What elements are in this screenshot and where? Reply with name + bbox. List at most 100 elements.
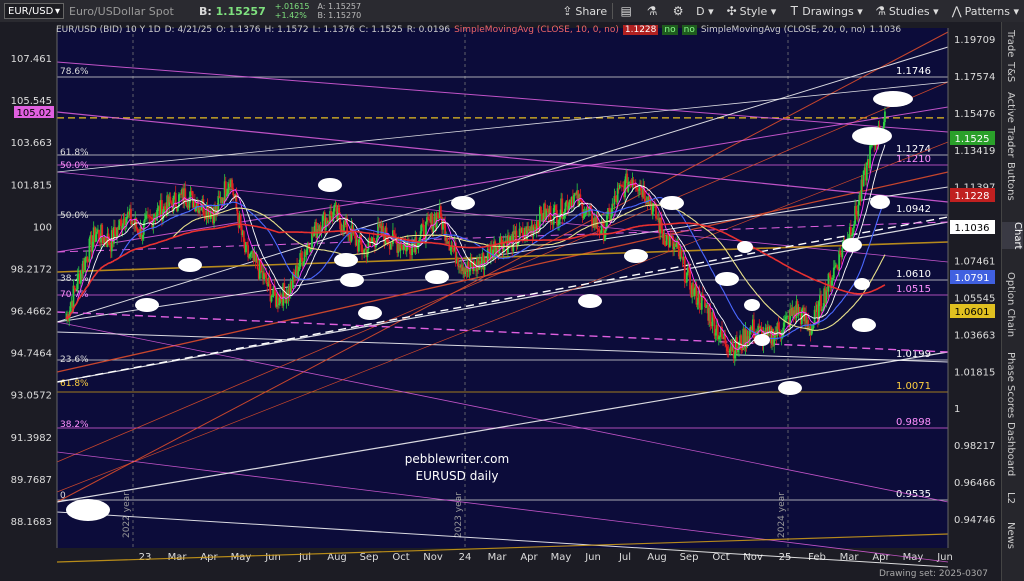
price-candle-body [84, 258, 87, 271]
chart-legend: EUR/USD (BID) 10 Y 1D D: 4/21/25 O: 1.13… [56, 23, 905, 36]
price-candle-body [217, 196, 220, 212]
bid-label: B: [199, 4, 212, 18]
x-axis-tick: Nov [423, 552, 443, 563]
right-tab-l2[interactable]: L2 [1005, 492, 1016, 504]
price-candle-body [422, 224, 425, 240]
price-candle-body [248, 256, 251, 258]
chevron-down-icon: ▾ [857, 4, 863, 18]
price-candle-body [852, 228, 854, 235]
price-candle-body [91, 241, 94, 252]
annotation-ellipse [578, 294, 602, 308]
price-candle-body [839, 250, 842, 255]
level-label: 1.0942 [896, 204, 931, 215]
price-candle-body [546, 208, 549, 211]
symbol-selector[interactable]: EUR/USD ▾ [4, 3, 64, 19]
price-candle-body [277, 293, 279, 305]
right-axis-tick: 1.19709 [954, 35, 995, 46]
price-candle-body [416, 247, 419, 249]
price-candle-body [169, 196, 172, 203]
annotation-ellipse [340, 273, 364, 287]
right-tab-buttons[interactable]: Buttons [1005, 162, 1016, 201]
legend-symbol: EUR/USD (BID) 10 Y 1D [56, 24, 161, 35]
right-tab-phase-scores[interactable]: Phase Scores [1005, 352, 1016, 418]
x-axis-tick: Jun [584, 552, 601, 563]
price-tag-label: 1.1228 [955, 191, 990, 202]
settings-button[interactable]: ⚙ [665, 0, 691, 22]
chevron-down-icon: ▾ [708, 4, 714, 18]
price-tag-label: 1.1525 [955, 134, 990, 145]
ask-value: A: 1.15257 [317, 2, 362, 11]
price-candle-body [500, 236, 503, 246]
price-chart[interactable]: 107.461 105.545 103.663 101.815 100 98.2172 96… [0, 22, 1002, 581]
price-candle-body [733, 353, 736, 359]
price-candle-body [250, 252, 253, 254]
price-candle-body [857, 204, 860, 217]
price-candle-body [95, 231, 98, 235]
style-label: Style [739, 4, 768, 18]
ask-bid-block: A: 1.15257 B: 1.15270 [313, 2, 365, 20]
price-candle-body [496, 246, 499, 249]
right-axis-tick: 1.03663 [954, 330, 995, 341]
price-candle-body [421, 223, 424, 225]
style-icon: ✣ [726, 4, 737, 18]
period-selector[interactable]: D ▾ [691, 0, 719, 22]
left-axis-tick: 91.3982 [11, 433, 52, 444]
studies-button[interactable]: ⚗ Studies ▾ [868, 0, 944, 22]
price-candle-body [882, 122, 885, 129]
drawings-button[interactable]: T Drawings ▾ [781, 0, 868, 22]
x-axis-tick: Mar [488, 552, 508, 563]
price-candle-body [268, 278, 271, 284]
price-candle-body [562, 217, 565, 220]
patterns-button[interactable]: ⋀ Patterns ▾ [944, 0, 1024, 22]
style-button[interactable]: ✣ Style ▾ [719, 0, 782, 22]
price-candle-body [688, 267, 690, 271]
left-axis-tick: 107.461 [11, 54, 52, 65]
right-tab-news[interactable]: News [1005, 522, 1016, 549]
price-candle-body [651, 205, 654, 216]
price-candle-body [256, 258, 259, 269]
share-button[interactable]: ⇪ Share [554, 0, 612, 22]
price-candle-body [542, 219, 544, 221]
price-candle-body [714, 332, 717, 336]
price-candle-body [603, 231, 606, 241]
annotation-text: EURUSD daily [416, 469, 499, 483]
chevron-down-icon: ▾ [770, 4, 777, 18]
price-candle-body [675, 244, 678, 247]
price-candle-body [855, 205, 858, 215]
annotation-ellipse [135, 298, 159, 312]
x-axis-tick: Sep [680, 552, 699, 563]
price-candle-body [427, 217, 429, 220]
right-axis-tick: 1.07461 [954, 257, 995, 268]
price-candle-body [148, 214, 150, 217]
annotation-ellipse [660, 196, 684, 210]
price-candle-body [297, 271, 300, 278]
price-candle-body [185, 202, 188, 206]
right-tab-dashboard[interactable]: Dashboard [1005, 422, 1016, 476]
price-candle-body [851, 234, 853, 236]
price-candle-body [660, 217, 663, 229]
price-candle-body [718, 336, 721, 338]
price-candle-body [833, 266, 836, 268]
x-axis-tick: Feb [808, 552, 826, 563]
drawing-tool-icon: T [790, 4, 798, 18]
flask-button[interactable]: ⚗ [639, 0, 665, 22]
right-tab-chart[interactable]: Chart [1002, 222, 1023, 250]
price-candle-body [782, 322, 785, 333]
right-axis-tick: 0.96466 [954, 478, 995, 489]
price-candle-body [725, 344, 728, 347]
right-tab-trade[interactable]: Trade [1005, 30, 1016, 57]
price-candle-body [456, 258, 459, 267]
price-candle-body [298, 266, 301, 272]
legend-low: L: 1.1376 [312, 24, 356, 35]
print-button[interactable]: ▤ [613, 0, 639, 22]
right-tab-option-chain[interactable]: Option Chain [1005, 272, 1016, 337]
right-tab-active-trader[interactable]: Active Trader [1005, 92, 1016, 158]
year-label: 2024 year [777, 492, 787, 538]
change-percent: +1.42% [274, 11, 307, 20]
right-tab-t-s[interactable]: T&S [1005, 62, 1016, 82]
price-candle-body [278, 303, 280, 305]
price-candle-body [444, 222, 447, 241]
price-candle-body [232, 188, 235, 196]
year-label: 2022 year [122, 492, 132, 538]
share-icon: ⇪ [562, 4, 573, 18]
